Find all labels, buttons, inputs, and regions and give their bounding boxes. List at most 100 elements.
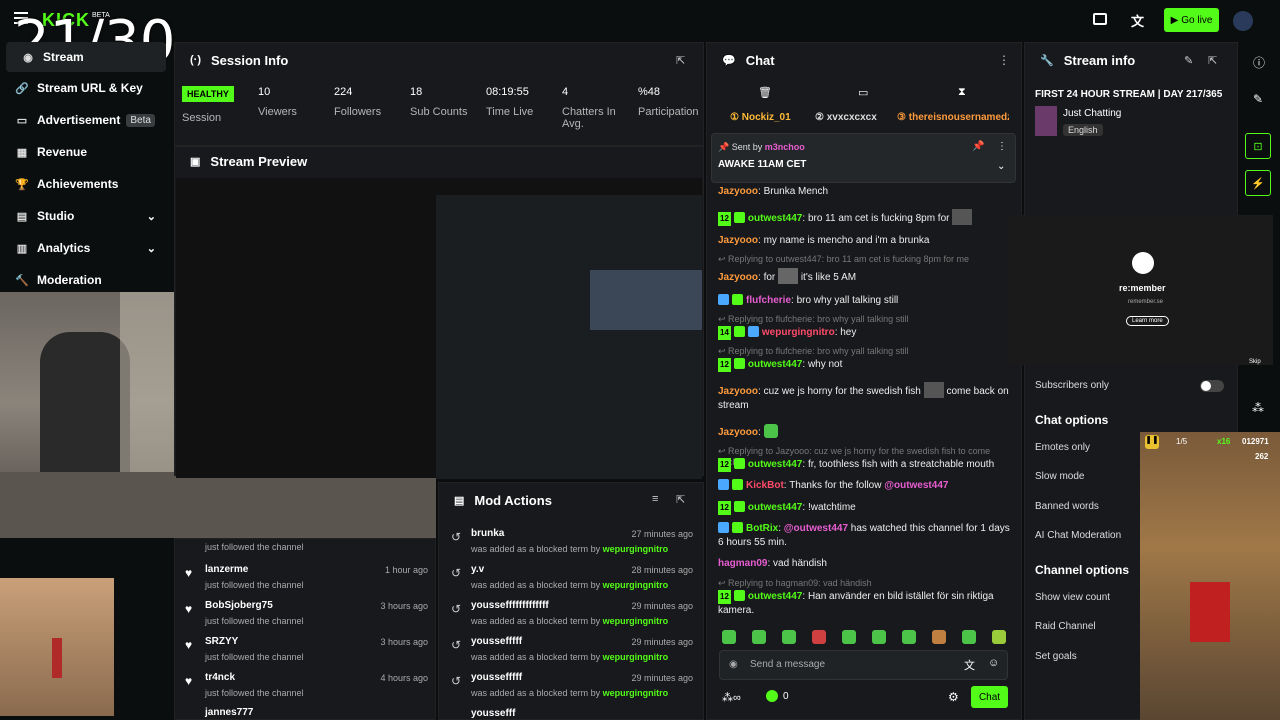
trophy-icon: 🏆 [15, 178, 29, 191]
badge-icon [718, 522, 729, 533]
emote-icon[interactable] [722, 630, 736, 644]
reply-context[interactable]: ↩ Replying to hagman09: vad händish [718, 578, 1010, 589]
more-options-icon[interactable]: ⋮ [998, 53, 1010, 67]
camera-tool-icon[interactable]: ⊡ [1245, 133, 1271, 159]
studio-icon: ▤ [16, 210, 28, 223]
emote-icon[interactable] [962, 630, 976, 644]
show-view-count-option[interactable]: Show view count [1035, 592, 1110, 603]
sidebar-item-studio[interactable]: ▤ Studio ⌄ [0, 201, 172, 231]
studio-icon[interactable] [1093, 13, 1107, 25]
mod-actions-title: Mod Actions [474, 492, 552, 508]
undo-icon[interactable]: ↺ [451, 638, 461, 652]
top-gifter-1[interactable]: ① Nockiz_01 [730, 112, 791, 123]
chat-text: Thanks for the follow [789, 480, 882, 491]
sidebar-item-moderation[interactable]: 🔨 Moderation [0, 265, 172, 295]
filter-icon[interactable]: ≡ [652, 493, 658, 505]
expand-icon[interactable]: ⇱ [1208, 54, 1217, 67]
remember-logo [1132, 252, 1154, 274]
moderator-name: wepurgingnitro [602, 688, 669, 698]
emote-icon[interactable] [902, 630, 916, 644]
expand-icon[interactable]: ⇱ [676, 54, 685, 67]
chat-message: 14 wepurgingnitro: hey [718, 326, 857, 340]
blocked-term: youssefff [471, 708, 516, 719]
info-icon[interactable]: ⓘ [1253, 54, 1265, 71]
translate-icon[interactable]: 文 [964, 657, 975, 673]
avatar[interactable] [1233, 11, 1253, 31]
sidebar-item-revenue[interactable]: ▦ Revenue [0, 137, 172, 167]
list-item: ↺ youssefffffffffffff was added as a block… [447, 598, 693, 634]
badge-icon [733, 590, 745, 601]
emote-icon[interactable] [992, 630, 1006, 644]
chat-text: why not [807, 359, 843, 370]
edit-icon[interactable]: ✎ [1184, 54, 1193, 67]
ad-skip-button[interactable]: Skip [1249, 359, 1261, 365]
badge-icon [732, 479, 743, 490]
stream-category[interactable]: Just Chatting [1063, 108, 1121, 119]
sidebar-item-advertisement[interactable]: ▭ Advertisement Beta [0, 105, 172, 135]
go-live-button[interactable]: ▶ Go live [1164, 8, 1219, 32]
chevron-down-icon[interactable]: ⌄ [997, 161, 1005, 172]
category-thumbnail [1035, 106, 1057, 136]
sidebar-item-stream[interactable]: ◉ Stream [6, 42, 166, 72]
pinned-message[interactable] [711, 133, 1016, 183]
expand-icon[interactable]: ⇱ [676, 493, 685, 506]
reply-context[interactable]: ↩ Replying to outwest447: bro 11 am cet … [718, 254, 1010, 265]
undo-icon[interactable]: ↺ [451, 566, 461, 580]
chat-text: it's like 5 AM [800, 272, 857, 283]
pencil-icon[interactable]: ✎ [1253, 92, 1263, 106]
send-chat-button[interactable]: Chat [971, 686, 1008, 708]
hourglass-icon[interactable]: ⧗ [958, 86, 966, 99]
chat-bubble-icon: 💬 [722, 54, 736, 67]
subscribers-only-toggle[interactable] [1200, 380, 1224, 392]
emote-image [923, 382, 944, 398]
emote-icon[interactable] [782, 630, 796, 644]
ad-cta-button[interactable]: Learn more [1126, 316, 1169, 326]
chat-user: outwest447 [747, 359, 803, 370]
list-item: ♥ SRZYY just followed the channel 3 hours a… [183, 634, 428, 670]
top-gifter-2[interactable]: ② xvxcxcxcx [815, 112, 877, 123]
undo-icon[interactable]: ↺ [451, 530, 461, 544]
preview-game-thumb [590, 270, 702, 330]
sidebar: ◉ Stream 🔗 Stream URL & Key ▭ Advertisement… [0, 42, 172, 292]
emote-icon[interactable] [932, 630, 946, 644]
share-icon[interactable]: ⁂ [1252, 401, 1264, 415]
sidebar-item-stream-url[interactable]: 🔗 Stream URL & Key [0, 73, 172, 103]
stat-value: 224 [334, 86, 353, 98]
blocked-term: brunka [471, 528, 505, 539]
emote-icon[interactable] [812, 630, 826, 644]
ai-chat-moderation-option[interactable]: AI Chat Moderation [1035, 530, 1121, 541]
emotes-only-option[interactable]: Emotes only [1035, 442, 1090, 453]
set-goals-option[interactable]: Set goals [1035, 651, 1077, 662]
moderator-name: wepurgingnitro [602, 580, 669, 590]
chat-user: outwest447 [747, 459, 803, 470]
users-icon[interactable]: ⁂∞ [722, 691, 741, 704]
train-figure [1190, 582, 1230, 642]
subscribers-only-label: Subscribers only [1035, 380, 1109, 391]
emoji-icon[interactable]: ☺ [988, 657, 999, 669]
reply-context[interactable]: ↩ Replying to flufcherie: bro why yall t… [718, 314, 1010, 325]
reply-context[interactable]: ↩ Replying to flufcherie: bro why yall t… [718, 346, 1010, 357]
more-options-icon[interactable]: ⋮ [997, 141, 1007, 152]
trash-icon[interactable]: 🗑 [758, 86, 772, 99]
follow-status: just followed the channel [205, 542, 304, 552]
stat-label: Chatters In Avg. [562, 106, 616, 130]
message-icon[interactable]: ▭ [858, 86, 868, 99]
pin-icon[interactable]: 📌 [972, 141, 984, 152]
lightning-icon[interactable]: ⚡ [1245, 170, 1271, 196]
raid-channel-option[interactable]: Raid Channel [1035, 621, 1096, 632]
stream-preview-header: ▣ Stream Preview [176, 144, 307, 178]
emote-icon[interactable] [752, 630, 766, 644]
sidebar-item-analytics[interactable]: ▥ Analytics ⌄ [0, 233, 172, 263]
moderator-name: wepurgingnitro [602, 652, 669, 662]
sidebar-item-achievements[interactable]: 🏆 Achievements [0, 169, 172, 199]
undo-icon[interactable]: ↺ [451, 674, 461, 688]
emote-icon[interactable] [842, 630, 856, 644]
top-gifter-3[interactable]: ③ thereisnousernamedz [897, 112, 1009, 123]
chat-user: hagman09 [718, 558, 768, 569]
banned-words-option[interactable]: Banned words [1035, 501, 1099, 512]
undo-icon[interactable]: ↺ [451, 602, 461, 616]
translate-icon[interactable]: 文 [1131, 11, 1144, 30]
emote-icon[interactable] [872, 630, 886, 644]
slow-mode-option[interactable]: Slow mode [1035, 471, 1084, 482]
gear-icon[interactable]: ⚙ [948, 690, 959, 704]
